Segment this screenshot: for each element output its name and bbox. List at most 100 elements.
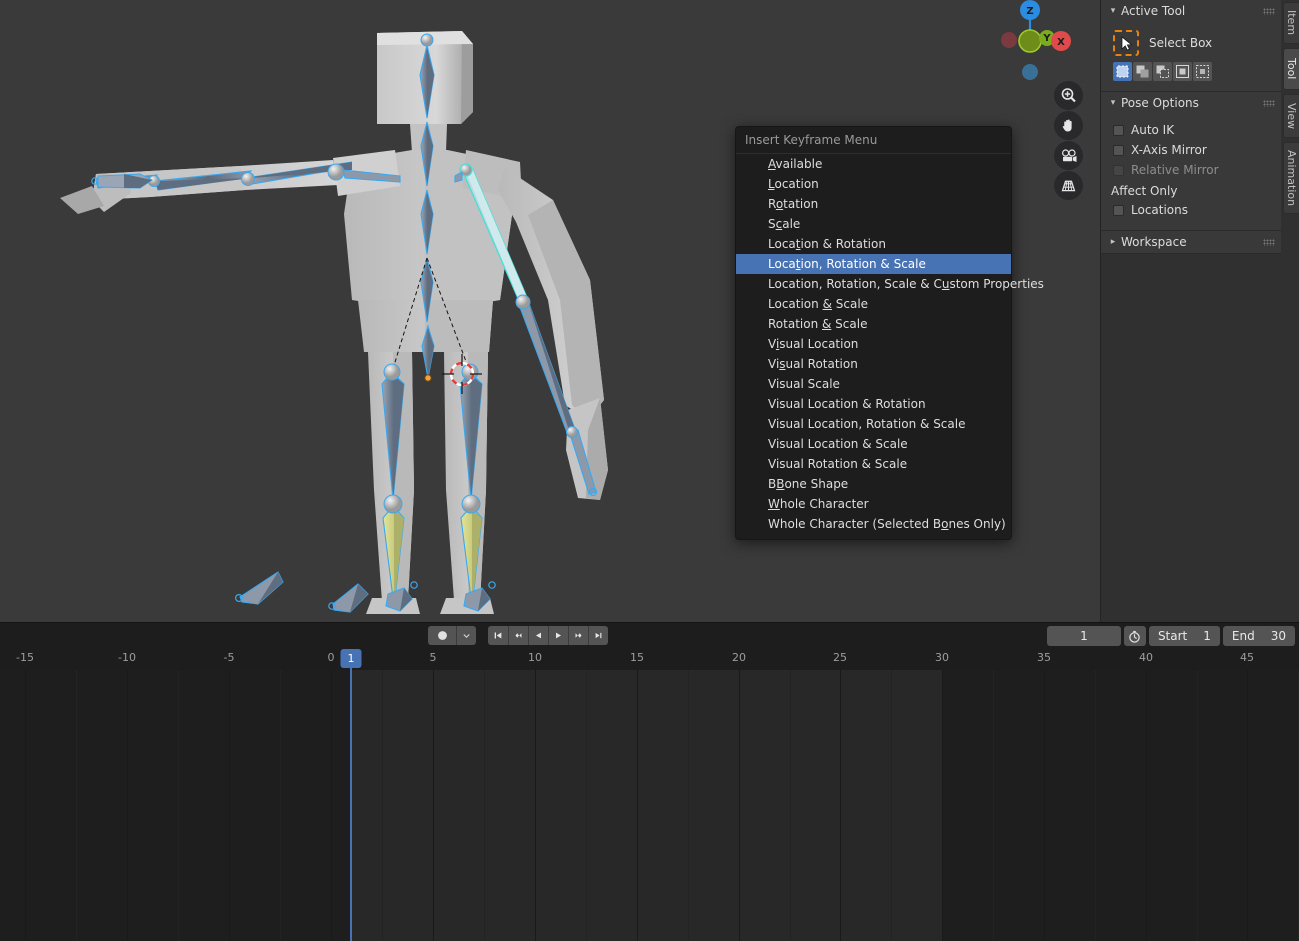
tab-view[interactable]: View xyxy=(1283,94,1299,138)
menu-item[interactable]: Whole Character xyxy=(736,494,1011,514)
ruler-tick-label: 0 xyxy=(328,651,335,664)
play-button[interactable] xyxy=(548,626,568,645)
set-new-mode-button[interactable] xyxy=(1113,62,1132,81)
menu-item[interactable]: Visual Rotation xyxy=(736,354,1011,374)
menu-item[interactable]: Visual Location, Rotation & Scale xyxy=(736,414,1011,434)
locations-checkbox[interactable]: Locations xyxy=(1109,200,1273,220)
tab-label: Item xyxy=(1285,10,1298,35)
playhead-line[interactable] xyxy=(350,670,352,941)
camera-button[interactable] xyxy=(1054,141,1083,170)
timeline-gridline xyxy=(1247,670,1248,941)
checkbox-box xyxy=(1113,205,1124,216)
menu-item[interactable]: Whole Character (Selected Bones Only) xyxy=(736,514,1011,534)
timeline-gridline-minor xyxy=(280,670,281,941)
timeline-gridline-minor xyxy=(790,670,791,941)
invert-mode-button[interactable] xyxy=(1173,62,1192,81)
tab-item[interactable]: Item xyxy=(1283,2,1299,44)
auto-keying-dropdown[interactable] xyxy=(456,626,476,645)
end-value: 30 xyxy=(1271,629,1286,643)
record-dot-icon xyxy=(437,630,448,641)
current-frame-field[interactable]: 1 xyxy=(1047,626,1121,646)
active-tool-row[interactable]: Select Box xyxy=(1109,27,1273,62)
ruler-tick-label: 10 xyxy=(528,651,542,664)
affect-only-label: Affect Only xyxy=(1109,180,1273,200)
panel-header-pose-options[interactable]: ▾ Pose Options xyxy=(1101,92,1281,114)
jump-to-next-keyframe-button[interactable] xyxy=(568,626,588,645)
play-icon xyxy=(555,630,562,641)
menu-item[interactable]: Location xyxy=(736,174,1011,194)
menu-item[interactable]: Location & Scale xyxy=(736,294,1011,314)
menu-item[interactable]: Visual Scale xyxy=(736,374,1011,394)
menu-item[interactable]: Location & Rotation xyxy=(736,234,1011,254)
menu-title: Insert Keyframe Menu xyxy=(736,127,1011,154)
intersect-mode-button[interactable] xyxy=(1193,62,1212,81)
menu-item[interactable]: Visual Location & Scale xyxy=(736,434,1011,454)
menu-item[interactable]: Rotation & Scale xyxy=(736,314,1011,334)
start-frame-field[interactable]: Start 1 xyxy=(1149,626,1220,646)
accel-char: o xyxy=(776,197,783,211)
stopwatch-icon xyxy=(1128,630,1141,643)
end-label: End xyxy=(1232,629,1255,643)
extend-mode-button[interactable] xyxy=(1133,62,1152,81)
chevron-down-icon: ▾ xyxy=(1107,6,1119,16)
checkbox-box xyxy=(1113,125,1124,136)
timeline-ruler[interactable]: -15-10-50510152025303540451 xyxy=(0,648,1299,670)
jump-to-end-button[interactable] xyxy=(588,626,608,645)
zoom-button[interactable] xyxy=(1054,81,1083,110)
menu-item[interactable]: Location, Rotation & Scale xyxy=(736,254,1011,274)
ruler-tick-label: 45 xyxy=(1240,651,1254,664)
menu-item[interactable]: BBone Shape xyxy=(736,474,1011,494)
object-origin-dot xyxy=(425,375,431,381)
drag-grip-icon[interactable] xyxy=(1263,239,1275,246)
menu-item[interactable]: Visual Location xyxy=(736,334,1011,354)
accel-char: o xyxy=(941,517,948,531)
jump-to-prev-keyframe-button[interactable] xyxy=(508,626,528,645)
timeline-gridline xyxy=(637,670,638,941)
timeline-gridline xyxy=(433,670,434,941)
panel-workspace: ▸ Workspace xyxy=(1101,231,1281,254)
menu-item[interactable]: Available xyxy=(736,154,1011,174)
insert-keyframe-menu[interactable]: Insert Keyframe Menu AvailableLocationRo… xyxy=(735,126,1012,540)
use-preview-range-button[interactable] xyxy=(1124,626,1146,646)
menu-item[interactable]: Rotation xyxy=(736,194,1011,214)
accel-char: B xyxy=(776,477,784,491)
ruler-tick-label: 40 xyxy=(1139,651,1153,664)
tab-animation[interactable]: Animation xyxy=(1283,142,1299,214)
timeline-gridline xyxy=(229,670,230,941)
chevron-down-icon: ▾ xyxy=(1107,98,1119,108)
svg-text:Y: Y xyxy=(1042,33,1051,44)
xaxis-mirror-checkbox[interactable]: X-Axis Mirror xyxy=(1109,140,1273,160)
timeline-gridline xyxy=(25,670,26,941)
panel-title: Workspace xyxy=(1121,235,1187,249)
pan-button[interactable] xyxy=(1054,111,1083,140)
timeline-gridline xyxy=(1044,670,1045,941)
ortho-persp-button[interactable] xyxy=(1054,171,1083,200)
jump-to-start-button[interactable] xyxy=(488,626,508,645)
relative-mirror-checkbox: Relative Mirror xyxy=(1109,160,1273,180)
drag-grip-icon[interactable] xyxy=(1263,100,1275,107)
timeline-gridline-minor xyxy=(1197,670,1198,941)
accel-char: t xyxy=(796,257,801,271)
hand-icon xyxy=(1060,117,1077,134)
drag-grip-icon[interactable] xyxy=(1263,8,1275,15)
menu-item[interactable]: Visual Rotation & Scale xyxy=(736,454,1011,474)
auto-ik-checkbox[interactable]: Auto IK xyxy=(1109,120,1273,140)
menu-item[interactable]: Visual Location & Rotation xyxy=(736,394,1011,414)
menu-item[interactable]: Scale xyxy=(736,214,1011,234)
auto-keying-toggle[interactable] xyxy=(428,626,456,645)
subtract-mode-button[interactable] xyxy=(1153,62,1172,81)
timeline-track-area[interactable] xyxy=(0,670,1299,941)
play-reverse-button[interactable] xyxy=(528,626,548,645)
sidebar-n-panel[interactable]: ▾ Active Tool Select Box xyxy=(1100,0,1281,622)
playhead-frame-badge[interactable]: 1 xyxy=(341,649,362,668)
tab-tool[interactable]: Tool xyxy=(1283,48,1299,90)
panel-header-workspace[interactable]: ▸ Workspace xyxy=(1101,231,1281,253)
timeline-gridline xyxy=(739,670,740,941)
menu-item[interactable]: Location, Rotation, Scale & Custom Prope… xyxy=(736,274,1011,294)
panel-header-active-tool[interactable]: ▾ Active Tool xyxy=(1101,0,1281,22)
start-value: 1 xyxy=(1203,629,1211,643)
end-frame-field[interactable]: End 30 xyxy=(1223,626,1295,646)
navigation-gizmo[interactable]: Y Z X xyxy=(990,0,1090,95)
ruler-tick-label: -5 xyxy=(224,651,235,664)
checkbox-label: X-Axis Mirror xyxy=(1131,143,1207,157)
